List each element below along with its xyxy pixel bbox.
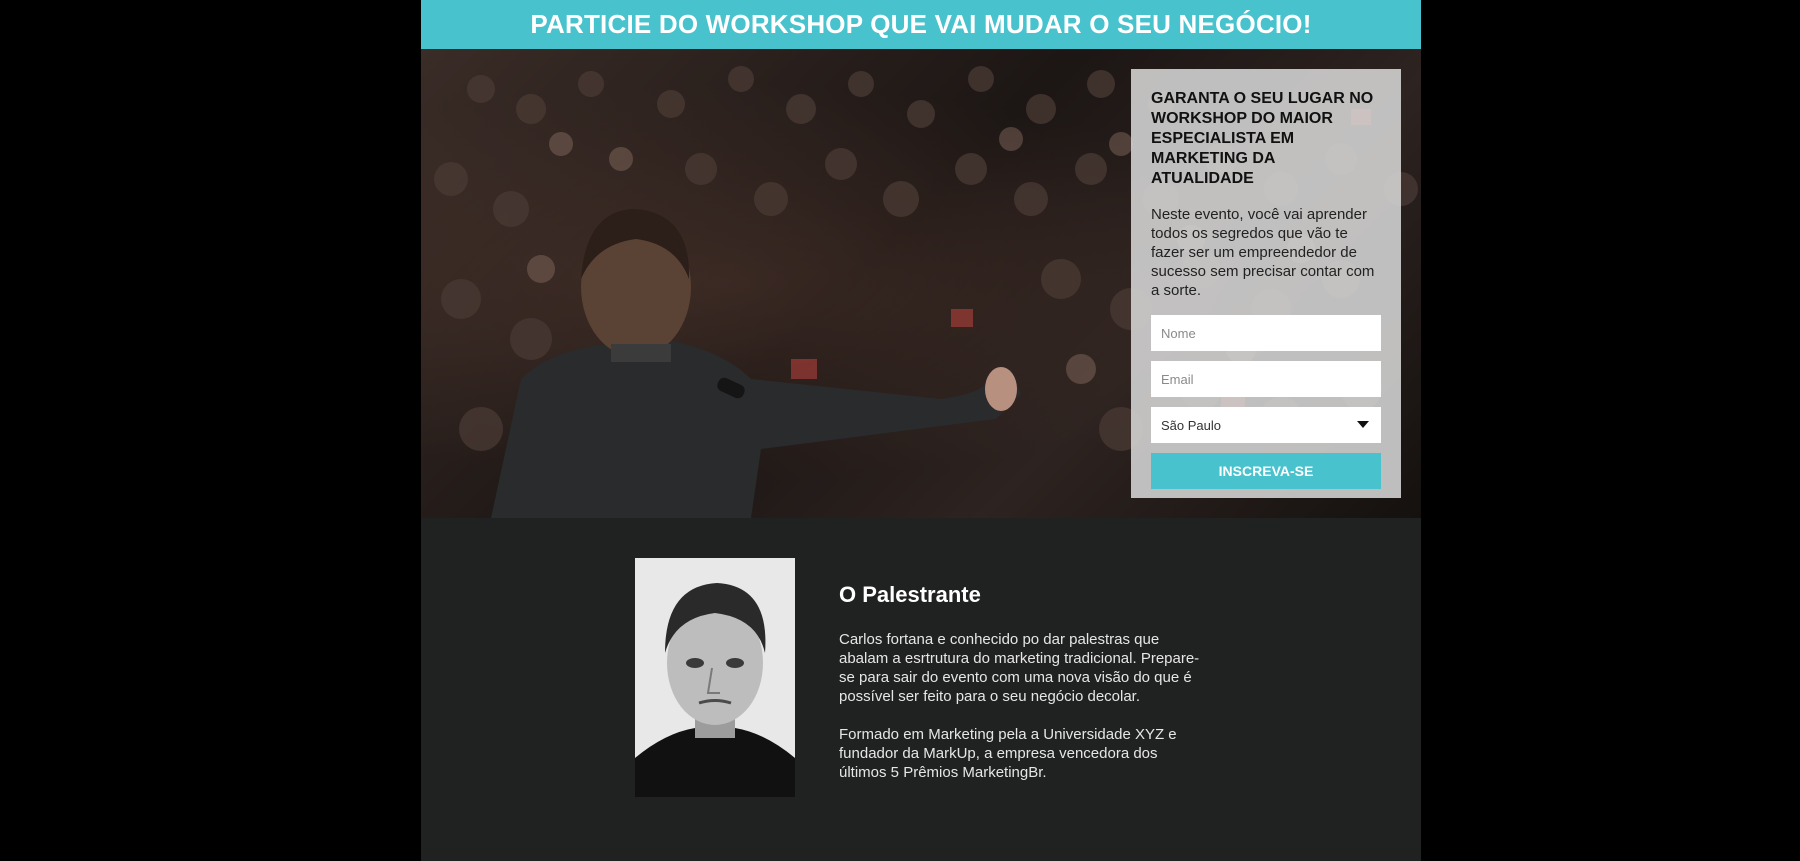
speaker-heading: O Palestrante: [839, 582, 981, 607]
caret-down-icon: [1357, 421, 1369, 428]
landing-page: PARTICIE DO WORKSHOP QUE VAI MUDAR O SEU…: [421, 0, 1421, 861]
city-select-value: São Paulo: [1161, 417, 1221, 433]
email-input[interactable]: [1151, 361, 1381, 397]
subscribe-button[interactable]: INSCREVA-SE: [1151, 453, 1381, 489]
speaker-portrait: [635, 558, 795, 797]
banner-title: PARTICIE DO WORKSHOP QUE VAI MUDAR O SEU…: [530, 9, 1312, 39]
speaker-bio: Carlos fortana e conhecido po dar palest…: [839, 630, 1209, 801]
signup-heading: GARANTA O SEU LUGAR NO WORKSHOP DO MAIOR…: [1151, 90, 1374, 187]
bio-paragraph-2: Formado em Marketing pela a Universidade…: [839, 726, 1177, 781]
bio-paragraph-1: Carlos fortana e conhecido po dar palest…: [839, 631, 1200, 705]
speaker-section: O Palestrante Carlos fortana e conhecido…: [421, 518, 1421, 861]
hero-section: GARANTA O SEU LUGAR NO WORKSHOP DO MAIOR…: [421, 49, 1421, 518]
city-select[interactable]: São Paulo: [1151, 407, 1381, 443]
signup-description: Neste evento, você vai aprender todos os…: [1151, 206, 1375, 299]
name-input[interactable]: [1151, 315, 1381, 351]
signup-card: GARANTA O SEU LUGAR NO WORKSHOP DO MAIOR…: [1131, 69, 1401, 498]
top-banner: PARTICIE DO WORKSHOP QUE VAI MUDAR O SEU…: [421, 0, 1421, 49]
